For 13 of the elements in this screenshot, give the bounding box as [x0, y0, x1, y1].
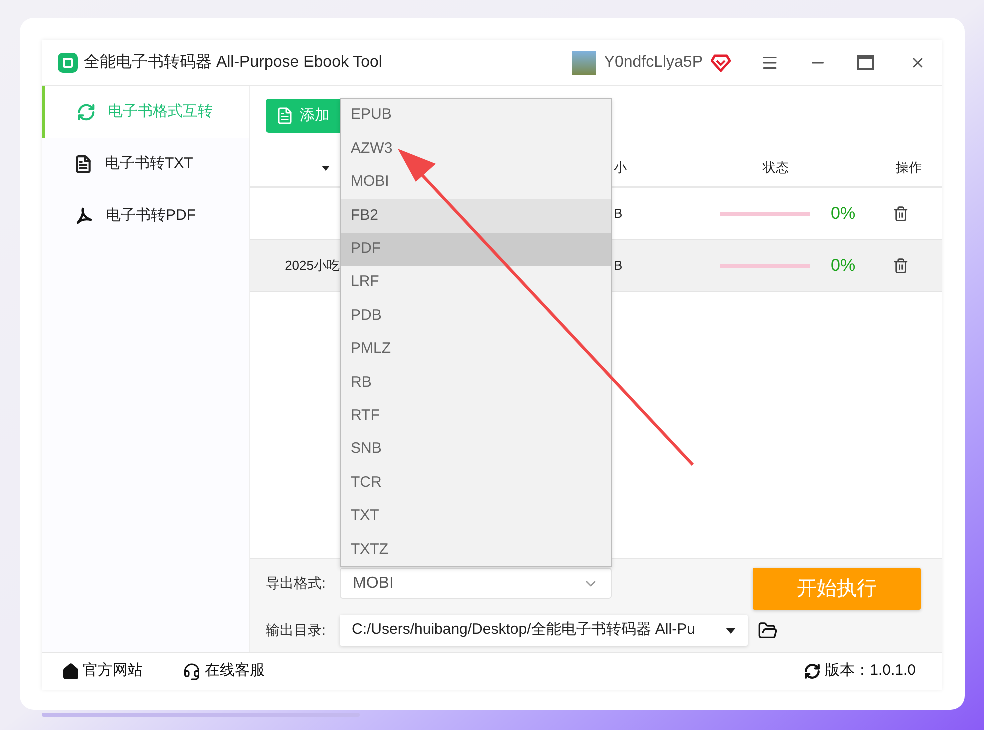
column-header: 小 — [614, 159, 628, 178]
username: Y0ndfcLlya5P — [604, 52, 703, 72]
column-header: 操作 — [896, 159, 922, 178]
column-header: 状态 — [762, 159, 790, 178]
file-name: 2025小吃 — [285, 256, 340, 275]
file-size: B — [614, 204, 624, 223]
version-text: 版本：1.0.1.0 — [825, 661, 916, 682]
file-size: B — [614, 256, 624, 275]
progress-percent: 0% — [831, 202, 857, 225]
output-dir-label: 输出目录: — [266, 621, 327, 640]
format-label: 导出格式: — [266, 574, 327, 593]
window-title: 全能电子书转码器 All-Purpose Ebook Tool — [84, 52, 382, 72]
progress-percent: 0% — [831, 254, 857, 277]
